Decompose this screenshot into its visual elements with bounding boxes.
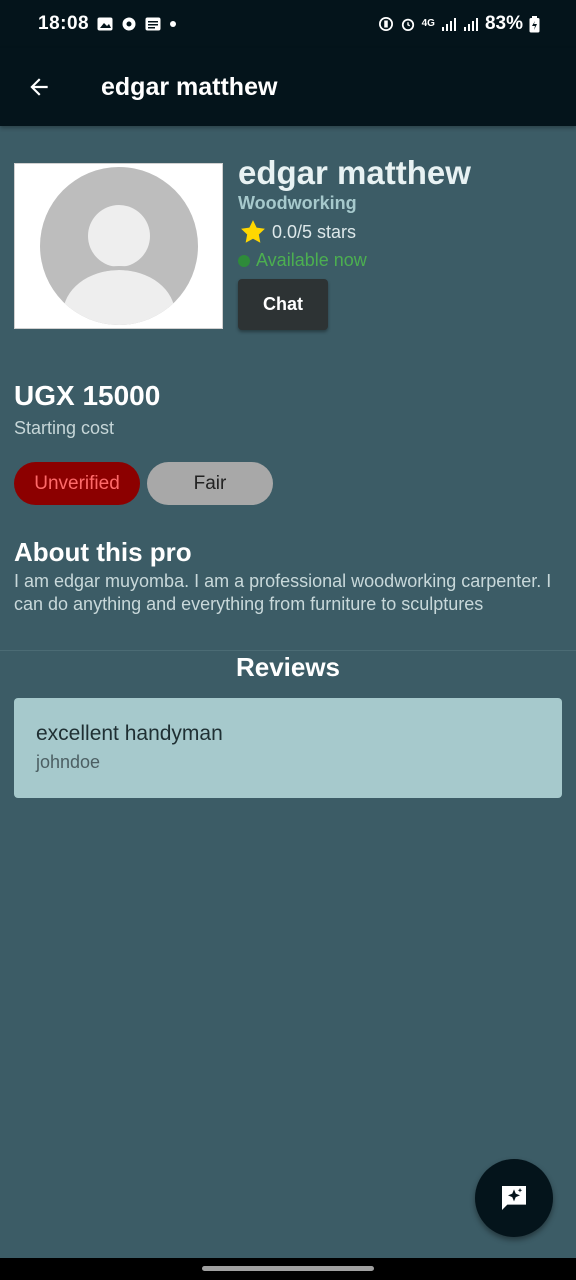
status-bar: 18:08 4G 83% [0,0,576,48]
reviews-heading: Reviews [235,652,341,682]
ai-sparkle-chat-icon [502,1186,526,1210]
rating: 0.0/5 stars [238,218,471,246]
battery-saver-icon [378,17,393,31]
avatar [14,163,223,329]
ai-chat-fab-button[interactable] [475,1159,553,1237]
pro-category: Woodworking [238,193,357,213]
starting-price-label: Starting cost [14,418,115,438]
image-icon [97,17,113,31]
star-icon [241,220,265,243]
about-text: I am edgar muyomba. I am a professional … [14,571,552,614]
chat-button[interactable]: Chat [238,279,328,330]
alarm-icon [401,18,414,31]
system-nav-bar [0,1258,576,1280]
rating-level-badge: Fair [147,462,273,505]
online-dot-icon [238,254,250,267]
availability-text: Available now [256,250,367,270]
status-time: 18:08 [38,13,90,34]
back-button[interactable] [11,59,67,115]
profile-info: edgar matthew Woodworking 0.0/5 stars Av… [238,152,471,330]
rating-text: 0.0/5 stars [272,221,357,242]
signal-icon [463,18,478,31]
review-text: excellent handyman [36,722,223,745]
starting-price: UGX 15000 [14,380,161,411]
battery-percent: 83% [484,13,523,34]
divider [0,650,576,651]
message-icon [145,17,161,31]
dot-icon [170,21,177,27]
arrow-left-icon [30,78,48,96]
home-gesture-handle[interactable] [202,1266,374,1271]
default-avatar-icon [39,167,198,325]
app-bar: edgar matthew [0,48,576,126]
app-bar-title: edgar matthew [101,72,278,101]
signal-icon [441,18,456,31]
about-heading: About this pro [14,537,192,567]
review-card[interactable]: excellent handyman johndoe [14,698,562,798]
pro-name: edgar matthew [238,154,471,191]
unverified-badge: Unverified [14,462,140,505]
battery-icon [529,15,540,32]
network-label: 4G [421,18,435,29]
availability-status: Available now [238,250,471,271]
review-author: johndoe [36,752,101,772]
app-icon [122,17,136,31]
